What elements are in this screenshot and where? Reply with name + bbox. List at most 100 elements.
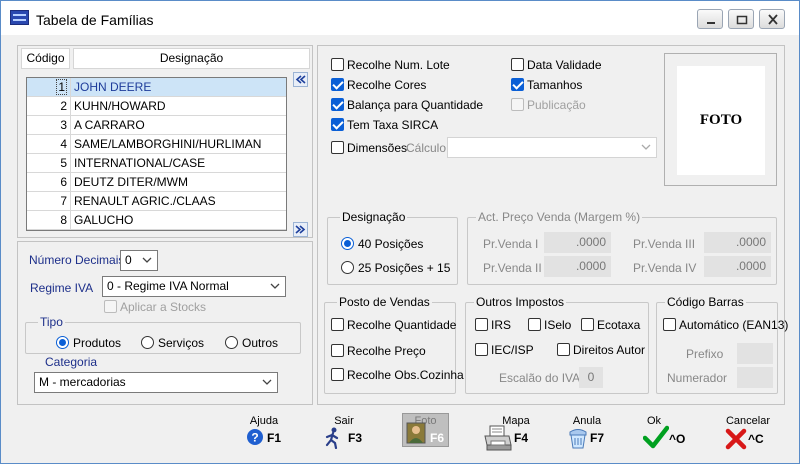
window-title: Tabela de Famílias (36, 12, 154, 28)
title-bar: Tabela de Famílias (1, 1, 799, 35)
data-validade-label: Data Validade (527, 58, 602, 72)
preco-venda-3-field[interactable]: .0000 (704, 232, 771, 253)
column-header-name[interactable]: Designação (73, 48, 310, 69)
preco-venda-1-field[interactable]: .0000 (544, 232, 611, 253)
photo-button[interactable]: Foto F6 (402, 413, 449, 447)
balanca-label: Balança para Quantidade (347, 98, 484, 112)
decimals-select[interactable]: 0 (120, 250, 158, 271)
chevron-down-icon (270, 283, 280, 289)
recolhe-cores-checkbox[interactable] (331, 78, 344, 91)
row-code-text: 7 (60, 194, 67, 208)
ecotaxa-checkbox[interactable] (581, 318, 594, 331)
cancel-eraser-icon (569, 429, 587, 449)
escalao-iva-label: Escalão do IVA (499, 371, 581, 385)
designacao-40-radio[interactable] (341, 237, 354, 250)
row-code-text: 2 (60, 99, 67, 113)
preco-venda-1-label: Pr.Venda I (483, 237, 539, 251)
barras-automatico-checkbox[interactable] (663, 318, 676, 331)
apply-stocks-checkbox[interactable] (104, 300, 117, 313)
photo-portrait-icon (406, 422, 426, 444)
recolhe-quantidade-checkbox[interactable] (331, 318, 344, 331)
irs-checkbox[interactable] (475, 318, 488, 331)
table-row[interactable]: 7 RENAULT AGRIC./CLAAS (27, 192, 286, 211)
row-code: 5 (27, 154, 71, 173)
designacao-25-radio[interactable] (341, 261, 354, 274)
iselo-checkbox[interactable] (528, 318, 541, 331)
table-row[interactable]: 8 GALUCHO (27, 211, 286, 230)
row-code: 1 (27, 78, 71, 97)
preco-venda-4-label: Pr.Venda IV (633, 261, 697, 275)
iec-isp-checkbox[interactable] (475, 343, 488, 356)
table-row[interactable]: 3 A CARRARO (27, 116, 286, 135)
tipo-servicos-label: Serviços (158, 336, 205, 350)
row-code-text: 8 (60, 213, 67, 227)
help-button-label: Ajuda (249, 415, 279, 427)
exit-button[interactable]: Sair F3 (319, 413, 369, 463)
row-name: GALUCHO (74, 213, 134, 227)
calculo-select[interactable] (447, 137, 657, 158)
chevron-down-icon (641, 144, 651, 150)
table-row[interactable]: 2 KUHN/HOWARD (27, 97, 286, 116)
photo-placeholder: FOTO (677, 66, 765, 175)
data-validade-checkbox[interactable] (511, 58, 524, 71)
chevron-down-icon (142, 257, 152, 263)
cancel-button[interactable]: Cancelar ^C (719, 413, 777, 463)
column-header-code[interactable]: Código (21, 48, 70, 69)
preco-venda-2-field[interactable]: .0000 (544, 256, 611, 277)
minimize-button[interactable] (697, 9, 723, 29)
escalao-iva-field[interactable]: 0 (579, 367, 603, 388)
tipo-produtos-radio[interactable] (56, 336, 69, 349)
scroll-bottom-button[interactable] (293, 222, 308, 237)
table-row[interactable]: 4 SAME/LAMBORGHINI/HURLIMAN (27, 135, 286, 154)
designacao-title: Designação (340, 210, 408, 224)
print-map-button[interactable]: Mapa F4 (481, 413, 531, 463)
svg-text:?: ? (251, 431, 258, 445)
tipo-outros-radio[interactable] (225, 336, 238, 349)
tamanhos-checkbox[interactable] (511, 78, 524, 91)
balanca-checkbox[interactable] (331, 98, 344, 111)
row-code-text: 6 (60, 175, 67, 189)
direitos-autor-checkbox[interactable] (557, 343, 570, 356)
preco-venda-3-label: Pr.Venda III (633, 237, 696, 251)
families-grid[interactable]: 1 JOHN DEERE 2 KUHN/HOWARD 3 A CARRARO 4 SAME/L… (26, 77, 287, 231)
taxa-sirca-label: Tem Taxa SIRCA (347, 118, 439, 132)
printer-icon (484, 425, 512, 451)
photo-frame[interactable]: FOTO (664, 53, 777, 186)
preco-venda-4-field[interactable]: .0000 (704, 256, 771, 277)
taxa-sirca-checkbox[interactable] (331, 118, 344, 131)
publicacao-checkbox[interactable] (511, 98, 524, 111)
prefixo-field[interactable] (737, 343, 773, 364)
posto-vendas-title: Posto de Vendas (337, 295, 432, 309)
categoria-select[interactable]: M - mercadorias (34, 372, 278, 393)
help-button[interactable]: Ajuda ? F1 (239, 413, 289, 463)
recolhe-obs-checkbox[interactable] (331, 368, 344, 381)
cancel-button-key: ^C (748, 432, 764, 446)
dimensoes-checkbox[interactable] (331, 141, 344, 154)
recolhe-lote-checkbox[interactable] (331, 58, 344, 71)
tipo-outros-label: Outros (242, 336, 279, 350)
barras-automatico-label: Automático (EAN13) (679, 318, 789, 332)
undo-button[interactable]: Anula F7 (562, 413, 612, 463)
row-code-text: 1 (56, 79, 67, 95)
ok-button[interactable]: Ok ^O (639, 413, 689, 463)
tamanhos-label: Tamanhos (527, 78, 583, 92)
iselo-label: ISelo (544, 318, 572, 332)
numerador-field[interactable] (737, 367, 773, 388)
main-window: Tabela de Famílias Código Designação 1 JO… (0, 0, 800, 464)
close-window-button[interactable] (759, 9, 785, 29)
cancel-button-label: Cancelar (725, 415, 771, 427)
table-row[interactable]: 6 DEUTZ DITER/MWM (27, 173, 286, 192)
ok-button-key: ^O (669, 432, 686, 446)
numerador-label: Numerador (667, 371, 728, 385)
table-row[interactable]: 5 INTERNATIONAL/CASE (27, 154, 286, 173)
outros-impostos-title: Outros Impostos (474, 295, 567, 309)
maximize-button[interactable] (728, 9, 754, 29)
row-code: 7 (27, 192, 71, 211)
tipo-servicos-radio[interactable] (141, 336, 154, 349)
regime-iva-select[interactable]: 0 - Regime IVA Normal (102, 276, 286, 297)
scroll-top-button[interactable] (293, 72, 308, 87)
table-row[interactable]: 1 JOHN DEERE (27, 78, 286, 97)
print-map-button-key: F4 (514, 431, 529, 445)
recolhe-preco-checkbox[interactable] (331, 344, 344, 357)
prefixo-label: Prefixo (686, 347, 724, 361)
